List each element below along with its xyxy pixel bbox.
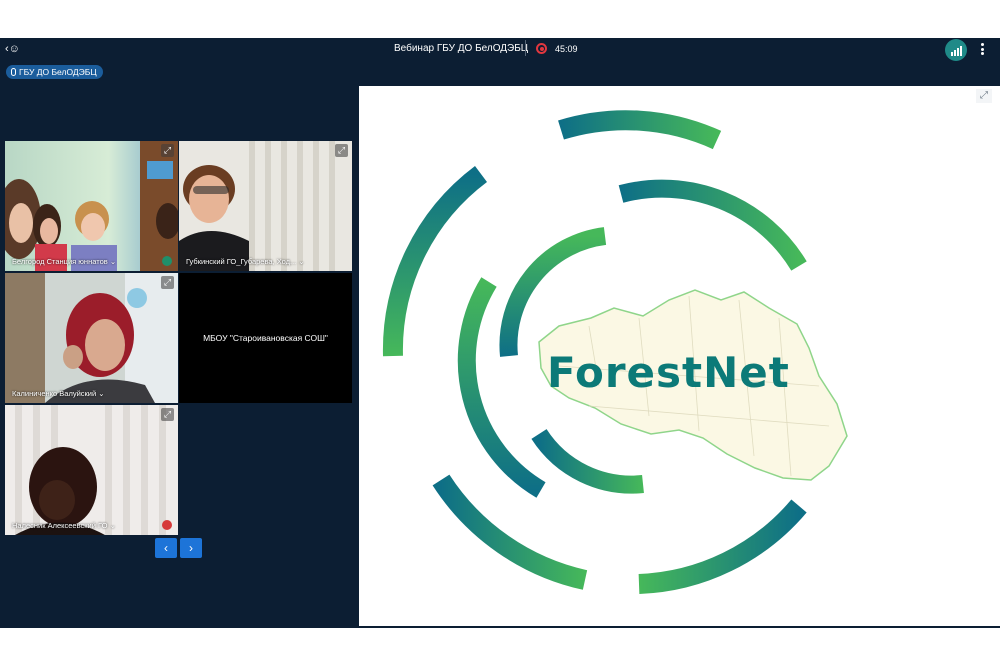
mic-muted-icon [162, 520, 172, 530]
participant-name[interactable]: Губкинский ГО_Губарева, Ход... ⌄ [186, 257, 305, 267]
prev-page-button[interactable]: ‹ [155, 538, 177, 558]
back-user-icon[interactable]: ‹☺ [5, 41, 23, 57]
participant-name[interactable]: Налесник Алексеевский ГО ⌄ [12, 521, 116, 531]
expand-icon[interactable]: ⤢ [161, 276, 174, 289]
participant-video [5, 141, 178, 271]
participant-name[interactable]: Калиниченко Валуйский ⌄ [12, 389, 105, 399]
organizer-chip[interactable]: ГБУ ДО БелОДЭБЦ [6, 65, 103, 79]
mic-icon [11, 68, 16, 76]
record-icon [536, 43, 547, 54]
title-divider [525, 40, 526, 56]
participant-video [5, 273, 178, 403]
expand-icon[interactable]: ⤢ [161, 144, 174, 157]
organizer-label: ГБУ ДО БелОДЭБЦ [19, 67, 97, 77]
video-tile[interactable]: ⤢ Белгород Станция юннатов ⌄ [5, 141, 178, 271]
shared-slide: ForestNet ⤢ [359, 86, 1000, 626]
top-bar: ‹☺ Вебинар ГБУ ДО БелОДЭБЦ 45:09 [0, 38, 1000, 61]
participant-video [5, 405, 178, 535]
video-tile[interactable]: ⤢ Налесник Алексеевский ГО ⌄ [5, 405, 178, 535]
participant-video [179, 141, 352, 271]
fullscreen-icon[interactable]: ⤢ [976, 89, 992, 103]
participant-name[interactable]: Белгород Станция юннатов ⌄ [12, 257, 116, 267]
webinar-title: Вебинар ГБУ ДО БелОДЭБЦ [394, 43, 529, 54]
headset-icon [162, 256, 172, 266]
signal-bars-icon[interactable] [945, 39, 967, 61]
brand-logo-text: ForestNet [547, 348, 790, 397]
participant-name: МБОУ "Староивановская СОШ" [203, 333, 328, 343]
next-page-button[interactable]: › [180, 538, 202, 558]
video-tile[interactable]: ⤢ Губкинский ГО_Губарева, Ход... ⌄ [179, 141, 352, 271]
more-vertical-icon[interactable] [978, 41, 986, 57]
conference-window: ‹☺ Вебинар ГБУ ДО БелОДЭБЦ 45:09 ГБУ ДО … [0, 38, 1000, 628]
video-tile[interactable]: МБОУ "Староивановская СОШ" [179, 273, 352, 403]
video-tile[interactable]: ⤢ Калиниченко Валуйский ⌄ [5, 273, 178, 403]
expand-icon[interactable]: ⤢ [161, 408, 174, 421]
recording-timer: 45:09 [555, 44, 578, 54]
expand-icon[interactable]: ⤢ [335, 144, 348, 157]
